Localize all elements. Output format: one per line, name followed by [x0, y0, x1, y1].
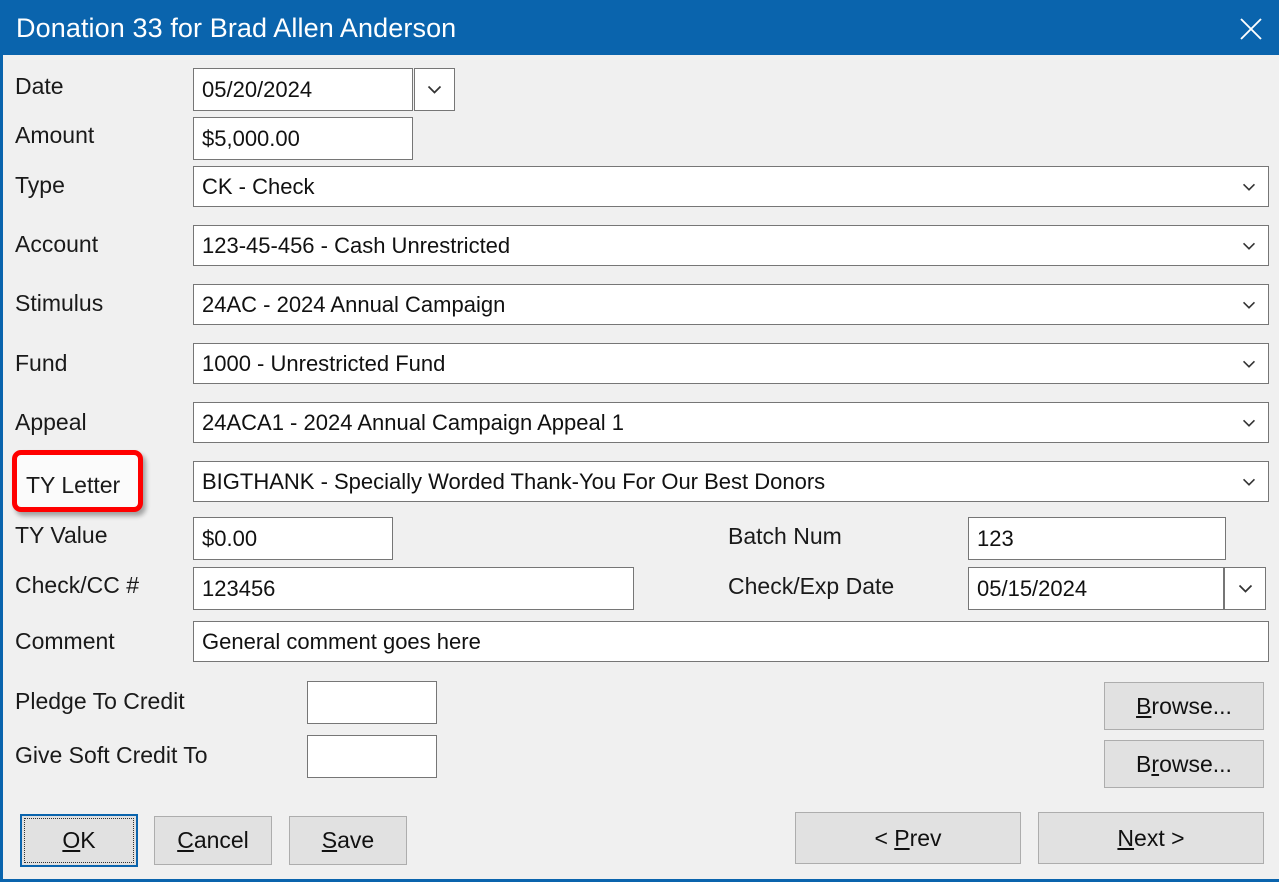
- chevron-down-icon: [1242, 419, 1256, 427]
- label-stimulus: Stimulus: [15, 290, 104, 316]
- label-amount: Amount: [15, 122, 95, 148]
- window-title: Donation 33 for Brad Allen Anderson: [16, 13, 457, 43]
- label-check-exp-date: Check/Exp Date: [728, 573, 895, 599]
- next-button[interactable]: Next >: [1038, 812, 1264, 864]
- chevron-down-icon: [1242, 478, 1256, 486]
- browse-pledge-label: Browse...: [1136, 692, 1232, 719]
- check-exp-date-dropdown-button[interactable]: [1224, 567, 1266, 610]
- label-ty-value: TY Value: [15, 522, 108, 548]
- cancel-button[interactable]: Cancel: [154, 816, 272, 865]
- save-label: Save: [321, 827, 375, 853]
- fund-combobox[interactable]: 1000 - Unrestricted Fund: [193, 343, 1269, 384]
- chevron-down-icon: [1242, 242, 1256, 250]
- label-appeal: Appeal: [15, 409, 87, 435]
- browse-soft-credit-label: Browse...: [1136, 750, 1232, 777]
- fund-value: 1000 - Unrestricted Fund: [202, 350, 446, 376]
- give-soft-credit-to-input[interactable]: [307, 735, 437, 778]
- prev-button[interactable]: < Prev: [795, 812, 1021, 864]
- label-account: Account: [15, 231, 99, 257]
- ty-letter-value: BIGTHANK - Specially Worded Thank-You Fo…: [202, 468, 826, 494]
- label-date: Date: [15, 73, 64, 99]
- amount-input[interactable]: $5,000.00: [193, 117, 413, 160]
- date-dropdown-button[interactable]: [414, 68, 455, 111]
- pledge-to-credit-input[interactable]: [307, 681, 437, 724]
- type-value: CK - Check: [202, 173, 315, 199]
- chevron-down-icon: [1242, 360, 1256, 368]
- check-cc-num-input[interactable]: 123456: [193, 567, 634, 610]
- label-pledge-to-credit: Pledge To Credit: [15, 688, 185, 714]
- chevron-down-icon: [1242, 183, 1256, 191]
- label-check-cc-num: Check/CC #: [15, 572, 139, 598]
- close-icon[interactable]: [1220, 2, 1279, 55]
- title-bar: Donation 33 for Brad Allen Anderson: [3, 0, 1279, 55]
- stimulus-combobox[interactable]: 24AC - 2024 Annual Campaign: [193, 284, 1269, 325]
- check-exp-date-input[interactable]: 05/15/2024: [968, 567, 1224, 610]
- stimulus-value: 24AC - 2024 Annual Campaign: [202, 291, 506, 317]
- donation-dialog-window: Donation 33 for Brad Allen Anderson Date…: [0, 0, 1279, 882]
- appeal-value: 24ACA1 - 2024 Annual Campaign Appeal 1: [202, 409, 624, 435]
- next-label: Next >: [1117, 824, 1185, 851]
- save-button[interactable]: Save: [289, 816, 407, 865]
- chevron-down-icon: [427, 85, 442, 94]
- ty-letter-combobox[interactable]: BIGTHANK - Specially Worded Thank-You Fo…: [193, 461, 1269, 502]
- ty-value-input[interactable]: $0.00: [193, 517, 393, 560]
- browse-pledge-button[interactable]: Browse...: [1104, 682, 1264, 730]
- cancel-label: Cancel: [177, 827, 249, 853]
- type-combobox[interactable]: CK - Check: [193, 166, 1269, 207]
- label-fund: Fund: [15, 350, 68, 376]
- batch-num-input[interactable]: 123: [968, 517, 1226, 560]
- donation-form: Date 05/20/2024 Amount $5,000.00 Type CK…: [6, 55, 1279, 879]
- label-give-soft-credit-to: Give Soft Credit To: [15, 742, 208, 768]
- account-combobox[interactable]: 123-45-456 - Cash Unrestricted: [193, 225, 1269, 266]
- chevron-down-icon: [1238, 584, 1252, 593]
- chevron-down-icon: [1242, 301, 1256, 309]
- label-ty-letter: TY Letter: [26, 472, 121, 498]
- ok-button[interactable]: OK: [20, 814, 138, 867]
- ok-label: OK: [62, 827, 96, 853]
- account-value: 123-45-456 - Cash Unrestricted: [202, 232, 511, 258]
- prev-label: < Prev: [874, 824, 942, 851]
- label-type: Type: [15, 172, 65, 198]
- label-comment: Comment: [15, 628, 115, 654]
- browse-soft-credit-button[interactable]: Browse...: [1104, 740, 1264, 788]
- ty-letter-highlight-annotation: TY Letter: [12, 450, 143, 512]
- label-batch-num: Batch Num: [728, 523, 842, 549]
- date-input[interactable]: 05/20/2024: [193, 68, 413, 111]
- comment-input[interactable]: General comment goes here: [193, 621, 1269, 662]
- appeal-combobox[interactable]: 24ACA1 - 2024 Annual Campaign Appeal 1: [193, 402, 1269, 443]
